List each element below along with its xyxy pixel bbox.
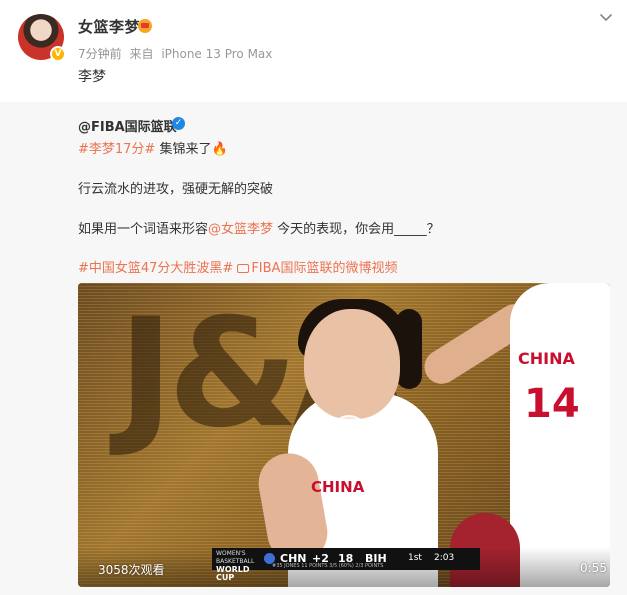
weibo-post: V 女篮李梦 7分钟前 来自 iPhone 13 Pro Max 李梦 @FIB… — [0, 0, 627, 595]
repost-line-1: #李梦17分# 集锦来了🔥 — [78, 138, 228, 157]
repost-line-3: 如果用一个词语来形容@女篮李梦 今天的表现，你会用_____？ — [78, 218, 440, 237]
source-prefix: 来自 — [129, 47, 154, 61]
fire-emoji: 🔥 — [211, 142, 228, 157]
view-count: 3058次观看 — [98, 563, 165, 577]
jersey-number-right: 14 — [524, 381, 580, 427]
video-link[interactable]: FIBA国际篮联的微博视频 — [251, 261, 397, 276]
source-device: iPhone 13 Pro Max — [161, 47, 273, 61]
play-icon[interactable] — [330, 415, 368, 453]
topic-tag-team[interactable]: #中国女篮47分大胜波黑# — [78, 261, 233, 276]
teammate-jersey — [510, 283, 610, 587]
player-stats: #35 JONES 11 POINTS 3/5 (60%) 2/3 POINTS — [272, 563, 384, 569]
jersey-text-left: CHINA — [311, 478, 365, 496]
event-line2: WORLD CUP — [216, 565, 250, 582]
line1-text: 集锦来了 — [155, 142, 212, 157]
repost-card[interactable]: @FIBA国际篮联 ✓ #李梦17分# 集锦来了🔥 行云流水的进攻，强硬无解的突… — [0, 102, 627, 595]
line3-prefix: 如果用一个词语来形容 — [78, 222, 209, 237]
repost-line-2: 行云流水的进攻，强硬无解的突破 — [78, 182, 274, 197]
event-line1: WOMEN'S BASKETBALL — [216, 550, 255, 565]
author-name[interactable]: 女篮李梦 — [78, 16, 140, 37]
origin-author[interactable]: @FIBA国际篮联 — [78, 116, 177, 135]
repost-line-4: #中国女篮47分大胜波黑# FIBA国际篮联的微博视频 — [78, 257, 397, 276]
jersey-text-right: CHINA — [518, 349, 575, 368]
video-link-icon — [237, 264, 250, 273]
game-clock: 2:03 — [434, 553, 455, 563]
chevron-down-icon[interactable] — [599, 10, 613, 24]
post-text: 李梦 — [78, 69, 106, 85]
post-time[interactable]: 7分钟前 — [78, 47, 122, 61]
line3-suffix: 今天的表现，你会用_____？ — [273, 222, 440, 237]
scoreboard-event: WOMEN'S BASKETBALL WORLD CUP — [216, 550, 264, 582]
mention-li-meng[interactable]: @女篮李梦 — [208, 222, 273, 237]
game-period: 1st — [408, 553, 422, 563]
scoreboard: WOMEN'S BASKETBALL WORLD CUP CHN +2 18 B… — [212, 548, 480, 582]
avatar-verified-badge: V — [50, 46, 66, 62]
post-meta: 7分钟前 来自 iPhone 13 Pro Max — [78, 45, 276, 62]
video-player[interactable]: J&A CHINA 14 CHINA WOMEN'S BASKETBALL WO… — [78, 283, 610, 587]
verified-icon: ✓ — [172, 117, 185, 130]
post-header: V 女篮李梦 7分钟前 来自 iPhone 13 Pro Max 李梦 — [0, 0, 627, 100]
player-face — [304, 309, 400, 419]
topic-tag-li-meng[interactable]: #李梦17分# — [78, 142, 155, 157]
crown-icon — [138, 19, 152, 33]
video-duration: 0:55 — [580, 561, 607, 575]
